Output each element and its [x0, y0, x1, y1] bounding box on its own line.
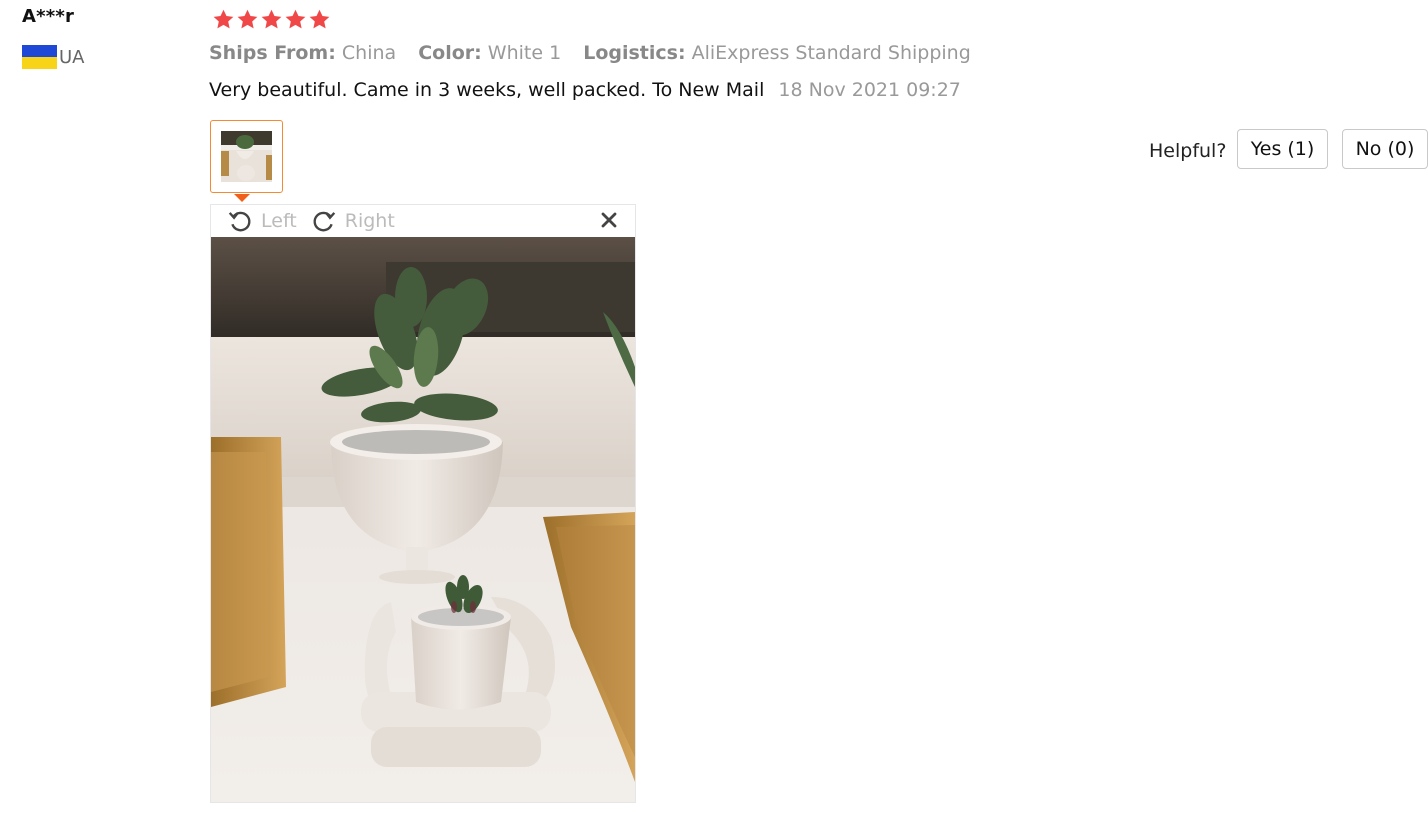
star-icon	[308, 8, 331, 31]
ukraine-flag-icon	[22, 45, 57, 69]
star-rating	[212, 8, 331, 31]
ships-from-value: China	[341, 42, 397, 64]
review-text: Very beautiful. Came in 3 weeks, well pa…	[209, 79, 765, 101]
reviewer-name: A***r	[22, 6, 75, 27]
rotate-left-icon	[228, 211, 251, 232]
thumbnail-image	[221, 131, 272, 182]
rotate-left-label: Left	[261, 210, 297, 232]
logistics-value: AliExpress Standard Shipping	[691, 42, 971, 64]
star-icon	[212, 8, 235, 31]
country-code: UA	[59, 46, 85, 68]
close-icon[interactable]	[599, 210, 619, 230]
review-body: Very beautiful. Came in 3 weeks, well pa…	[209, 79, 961, 101]
helpful-yes-button[interactable]: Yes (1)	[1237, 129, 1328, 169]
star-icon	[284, 8, 307, 31]
photo-viewer: Left Right	[210, 204, 636, 803]
rotate-left-button[interactable]: Left	[227, 208, 297, 234]
reviewer-country: UA	[22, 45, 85, 69]
order-details: Ships From: China Color: White 1 Logisti…	[209, 42, 987, 64]
star-icon	[236, 8, 259, 31]
helpful-no-button[interactable]: No (0)	[1342, 129, 1428, 169]
color-label: Color:	[418, 42, 482, 64]
review-photo	[211, 237, 635, 802]
review-date: 18 Nov 2021 09:27	[778, 79, 961, 101]
star-icon	[260, 8, 283, 31]
rotate-right-button[interactable]: Right	[311, 208, 395, 234]
rotate-right-icon	[313, 211, 335, 232]
helpful-label: Helpful?	[1149, 140, 1227, 162]
logistics-label: Logistics:	[583, 42, 686, 64]
rotate-right-label: Right	[344, 210, 395, 232]
ships-from-label: Ships From:	[209, 42, 336, 64]
color-value: White 1	[487, 42, 562, 64]
thumbnail-pointer	[234, 194, 250, 202]
viewer-toolbar: Left Right	[211, 205, 635, 237]
review-photo-thumbnail[interactable]	[210, 120, 283, 193]
